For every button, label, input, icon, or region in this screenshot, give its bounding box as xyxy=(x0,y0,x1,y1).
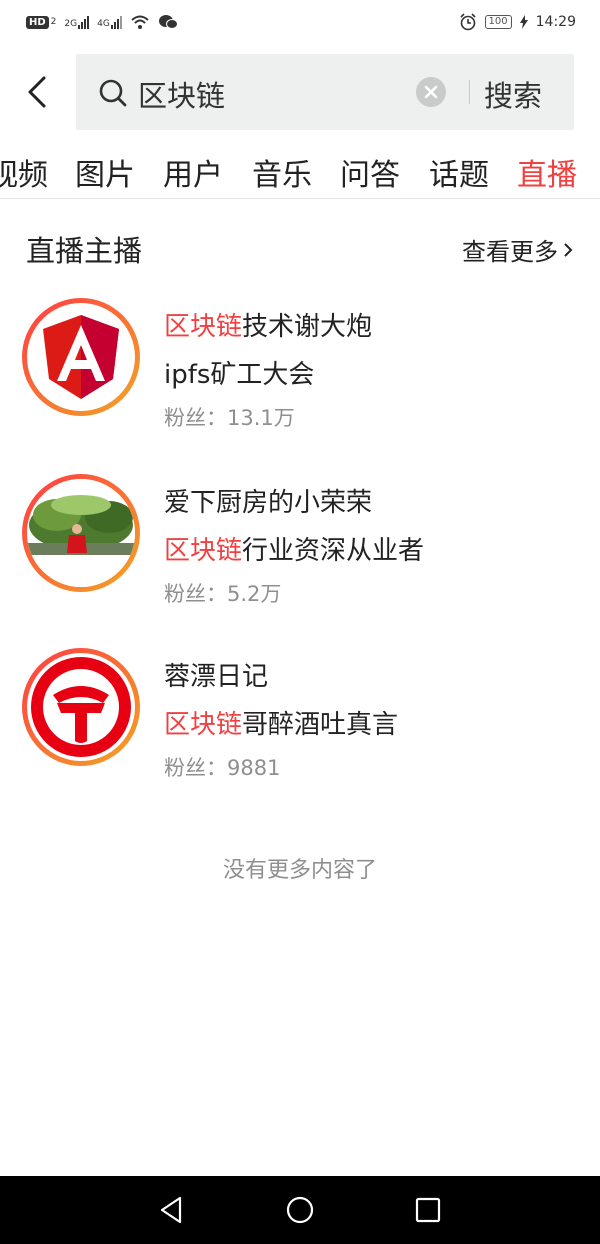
battery-icon: 100 xyxy=(484,15,512,29)
wechat-icon xyxy=(158,15,178,29)
search-row: 区块链 搜索 xyxy=(0,54,600,130)
status-bar: HD 2 2G 4G 100 14:29 xyxy=(0,0,600,44)
system-nav-bar xyxy=(0,1176,600,1244)
search-button[interactable]: 搜索 xyxy=(484,73,542,115)
nav-back-icon[interactable] xyxy=(156,1194,188,1226)
tab-images[interactable]: 图片 xyxy=(75,150,135,194)
tab-live[interactable]: 直播 xyxy=(517,150,577,194)
signal-4g-icon: 4G xyxy=(97,15,122,29)
anchor-name-text: 爱下厨房的小荣荣 xyxy=(164,488,373,518)
anchor-desc-text: ipfs矿工大会 xyxy=(164,360,315,390)
nav-home-icon[interactable] xyxy=(284,1194,316,1226)
anchor-fans: 粉丝：5.2万 xyxy=(164,582,282,606)
anchor-name: 蓉漂日记 xyxy=(164,656,268,693)
railway-logo-icon xyxy=(31,657,131,757)
category-tabs: 视频 图片 用户 音乐 问答 话题 直播 xyxy=(0,148,600,200)
anchor-item[interactable]: 爱下厨房的小荣荣 区块链行业资深从业者 粉丝：5.2万 xyxy=(0,474,600,624)
back-arrow-icon[interactable] xyxy=(20,74,56,110)
network-label-4g: 4G xyxy=(97,19,110,29)
hd-badge: HD xyxy=(26,15,49,29)
anchor-desc: 区块链行业资深从业者 xyxy=(164,530,424,567)
anchor-item[interactable]: 区块链技术谢大炮 ipfs矿工大会 粉丝：13.1万 xyxy=(0,298,600,448)
keyword-highlight: 区块链 xyxy=(164,536,243,566)
anchor-desc: ipfs矿工大会 xyxy=(164,354,314,391)
see-more-link[interactable]: 查看更多 xyxy=(462,232,574,267)
no-more-content: 没有更多内容了 xyxy=(222,858,377,883)
anchor-fans: 粉丝：9881 xyxy=(164,756,281,780)
anchor-name: 爱下厨房的小荣荣 xyxy=(164,482,372,519)
see-more-label: 查看更多 xyxy=(462,238,558,266)
clear-icon[interactable] xyxy=(416,77,446,107)
sim-label: 2 xyxy=(50,17,57,27)
anchor-item[interactable]: 蓉漂日记 区块链哥醉酒吐真言 粉丝：9881 xyxy=(0,648,600,798)
alarm-icon xyxy=(459,13,476,31)
chevron-right-icon xyxy=(564,242,573,257)
network-label-2g: 2G xyxy=(64,19,78,29)
tabs-divider xyxy=(0,198,600,199)
section-title: 直播主播 xyxy=(26,234,143,268)
anchor-desc: 区块链哥醉酒吐真言 xyxy=(164,704,398,741)
tab-qa[interactable]: 问答 xyxy=(340,150,400,194)
status-right: 100 14:29 xyxy=(459,13,576,31)
tab-users[interactable]: 用户 xyxy=(163,150,223,194)
keyword-highlight: 区块链 xyxy=(164,312,243,342)
search-icon xyxy=(99,79,127,107)
tab-topics[interactable]: 话题 xyxy=(429,150,489,194)
avatar[interactable] xyxy=(22,298,140,416)
tab-music[interactable]: 音乐 xyxy=(252,150,312,194)
anchor-desc-text: 哥醉酒吐真言 xyxy=(242,710,399,740)
angular-logo-icon xyxy=(43,315,119,399)
anchor-name-text: 蓉漂日记 xyxy=(164,662,269,692)
status-left: HD 2 2G 4G xyxy=(26,14,178,30)
status-time: 14:29 xyxy=(535,14,576,30)
tab-video[interactable]: 视频 xyxy=(0,150,48,194)
nav-recents-icon[interactable] xyxy=(412,1194,444,1226)
search-query[interactable]: 区块链 xyxy=(138,73,225,115)
charging-icon xyxy=(519,15,528,29)
wifi-icon xyxy=(131,15,149,29)
anchor-fans: 粉丝：13.1万 xyxy=(164,406,295,430)
signal-2g-icon: 2G xyxy=(64,15,90,29)
avatar[interactable] xyxy=(22,474,140,592)
person-photo-avatar xyxy=(27,479,135,587)
search-input[interactable]: 区块链 搜索 xyxy=(76,54,574,130)
anchor-name: 区块链技术谢大炮 xyxy=(164,306,372,343)
search-divider xyxy=(469,80,470,104)
anchor-desc-text: 行业资深从业者 xyxy=(242,536,425,566)
anchor-name-text: 技术谢大炮 xyxy=(242,312,373,342)
avatar[interactable] xyxy=(22,648,140,766)
keyword-highlight: 区块链 xyxy=(164,710,243,740)
